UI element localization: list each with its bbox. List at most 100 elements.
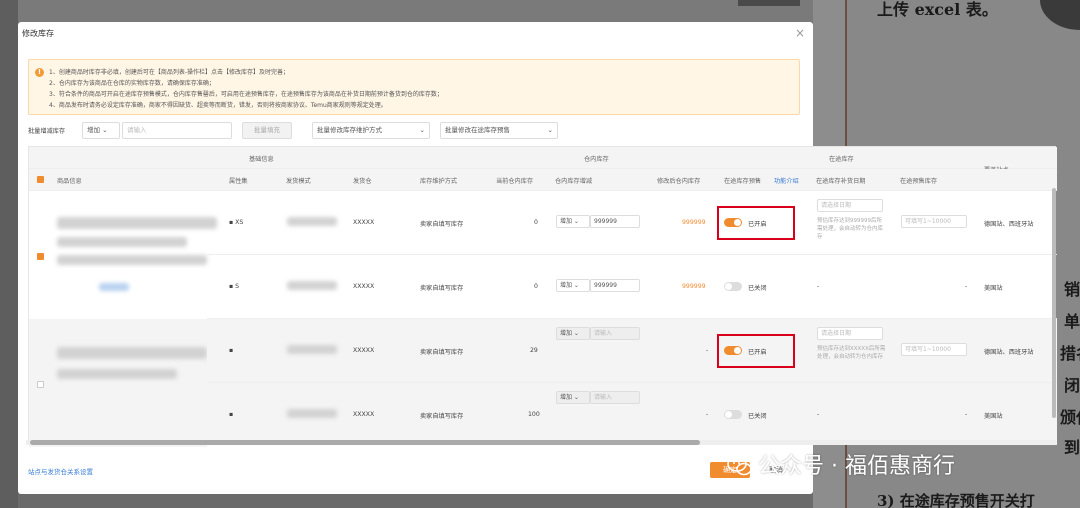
cell-site: 美国站 <box>984 285 1003 292</box>
cell-site: 德国站、西班牙站 <box>984 221 1034 228</box>
table-group-header: 基础信息 仓内库存 在途库存 覆盖站点 <box>29 147 1057 174</box>
restock-date: - <box>817 411 820 418</box>
group-warehouse: 仓内库存 <box>584 156 609 163</box>
cell-current: 0 <box>534 219 538 226</box>
background-char: 到 <box>1064 438 1080 457</box>
restock-date: - <box>817 283 820 290</box>
batch-mode-select[interactable]: 增加 ⌄ <box>82 122 120 139</box>
change-mode-select[interactable]: 增加 ⌄ <box>556 391 590 404</box>
change-input[interactable]: 请输入 <box>590 327 640 340</box>
group-transit: 在途库存 <box>829 156 854 163</box>
change-input[interactable]: 请输入 <box>590 391 640 404</box>
batch-filters: 批量增减库存 增加 ⌄ 请输入 批量填充 批量修改库存维护方式 ⌄ 批量修改在途… <box>28 122 808 140</box>
close-icon[interactable]: × <box>795 26 805 40</box>
cell-method: 卖家自填写库存 <box>420 349 464 356</box>
warning-icon: ! <box>35 68 44 77</box>
change-mode-select[interactable]: 增加 ⌄ <box>556 215 590 228</box>
table-row: ▪ S XXXXX 卖家自填写库存 0 增加 ⌄ 999999 999999 已… <box>207 255 1057 319</box>
cell-method: 卖家自填写库存 <box>420 285 464 292</box>
background-text-top: 上传 excel 表。 <box>877 0 998 19</box>
row-checkbox[interactable] <box>37 381 44 388</box>
col-restock: 在途库存补货日期 <box>816 178 866 185</box>
presale-select[interactable]: 批量修改在途库存预售 ⌄ <box>440 122 558 139</box>
change-mode-value: 增加 <box>560 330 573 337</box>
presale-toggle[interactable] <box>724 282 742 291</box>
restock-date-picker[interactable]: 请选择日期 <box>817 199 883 212</box>
background-left <box>0 0 18 508</box>
watermark: 公众号 · 福佰惠商行 <box>758 454 955 479</box>
method-select[interactable]: 批量修改库存维护方式 ⌄ <box>312 122 430 139</box>
product-name-blurred <box>57 237 187 247</box>
restock-note: 预估库存达到XXXXX后所需处理，会自动转为仓内库存 <box>817 346 886 360</box>
vertical-scrollbar[interactable] <box>1052 188 1056 418</box>
col-presale: 在途库存预售 <box>724 178 762 185</box>
col-change: 仓内库存增减 <box>555 178 593 185</box>
transit-stock: - <box>965 411 968 418</box>
col-after: 修改后仓内库存 <box>657 178 701 185</box>
product-link-blurred <box>99 283 129 291</box>
sku-blurred <box>287 409 337 418</box>
notice-line: 3、符合条件的商品可开启在途库存预售模式，仓内库存售罄后，可启用在途预售库存，在… <box>49 91 443 98</box>
cell-site: 美国站 <box>984 413 1003 420</box>
cell-attr: S <box>235 283 240 290</box>
horizontal-scrollbar[interactable] <box>26 440 1056 445</box>
presale-select-label: 批量修改在途库存预售 <box>445 126 510 134</box>
sku-blurred <box>287 281 337 290</box>
change-input[interactable]: 999999 <box>590 279 640 292</box>
batch-mode-value: 增加 <box>87 126 100 134</box>
batch-input[interactable]: 请输入 <box>122 122 232 139</box>
presale-status: 已关闭 <box>748 413 767 420</box>
product-name-blurred <box>57 217 217 229</box>
sku-blurred <box>287 345 337 354</box>
stock-table: 基础信息 仓内库存 在途库存 覆盖站点 商品信息 属性集 发货模式 发货仓 库存… <box>28 146 1057 447</box>
change-mode-value: 增加 <box>560 218 573 225</box>
change-mode-value: 增加 <box>560 282 573 289</box>
cell-current: 29 <box>530 347 538 354</box>
restock-date-picker[interactable]: 请选择日期 <box>817 327 883 340</box>
change-input[interactable]: 999999 <box>590 215 640 228</box>
cell-after: - <box>706 347 709 354</box>
notice-line: 2、仓内库存为该商品在仓库的实物库存数，请确保库存准确； <box>49 80 215 87</box>
row-checkbox[interactable] <box>37 253 44 260</box>
site-warehouse-link[interactable]: 站点与发货仓关系设置 <box>28 466 93 476</box>
presale-status: 已关闭 <box>748 285 767 292</box>
transit-stock-input[interactable]: 可填写1~10000 <box>901 215 967 228</box>
background-text-bottom: 3) 在途库存预售开关打 <box>877 492 1035 508</box>
change-mode-select[interactable]: 增加 ⌄ <box>556 279 590 292</box>
col-method: 库存维护方式 <box>420 178 458 185</box>
background-char: 单 <box>1064 312 1080 331</box>
cell-ship: XXXXX <box>353 411 375 418</box>
cell-ship: XXXXX <box>353 347 375 354</box>
cell-ship: XXXXX <box>353 283 375 290</box>
product-cell <box>29 319 207 447</box>
background-top <box>18 0 813 22</box>
transit-stock: - <box>965 283 968 290</box>
transit-stock-input[interactable]: 可填写1~10000 <box>901 343 967 356</box>
intro-link[interactable]: 功能介绍 <box>774 176 799 185</box>
table-row: ▪ XXXXX 卖家自填写库存 100 增加 ⌄ 请输入 - 已关闭 - - 美… <box>207 383 1057 445</box>
col-sku: 发货模式 <box>286 178 311 185</box>
batch-fill-button[interactable]: 批量填充 <box>242 122 292 139</box>
presale-toggle[interactable] <box>724 410 742 419</box>
method-select-label: 批量修改库存维护方式 <box>317 126 382 134</box>
group-basic: 基础信息 <box>249 156 274 163</box>
wechat-icon <box>727 456 752 476</box>
cell-site: 德国站、西班牙站 <box>984 349 1034 356</box>
product-name-blurred <box>57 369 177 379</box>
change-mode-select[interactable]: 增加 ⌄ <box>556 327 590 340</box>
product-name-blurred <box>57 255 207 265</box>
highlight-box <box>717 206 795 240</box>
col-ship: 发货仓 <box>353 178 372 185</box>
cell-after: 999999 <box>682 219 706 226</box>
highlight-box <box>717 334 795 368</box>
scrollbar-thumb[interactable] <box>30 440 700 445</box>
cell-after: - <box>706 411 709 418</box>
col-product: 商品信息 <box>57 178 82 185</box>
col-current: 当前仓内库存 <box>496 178 534 185</box>
select-all-checkbox[interactable] <box>37 176 44 183</box>
table-row: ▪ XXXXX 卖家自填写库存 29 增加 ⌄ 请输入 - 已开启 请选择日期 … <box>207 319 1057 383</box>
modal-title: 修改库存 <box>22 29 54 38</box>
cell-current: 100 <box>528 411 540 418</box>
background-char: 销 <box>1064 280 1080 299</box>
table-row: ▪ XS XXXXX 卖家自填写库存 0 增加 ⌄ 999999 999999 … <box>207 191 1057 255</box>
